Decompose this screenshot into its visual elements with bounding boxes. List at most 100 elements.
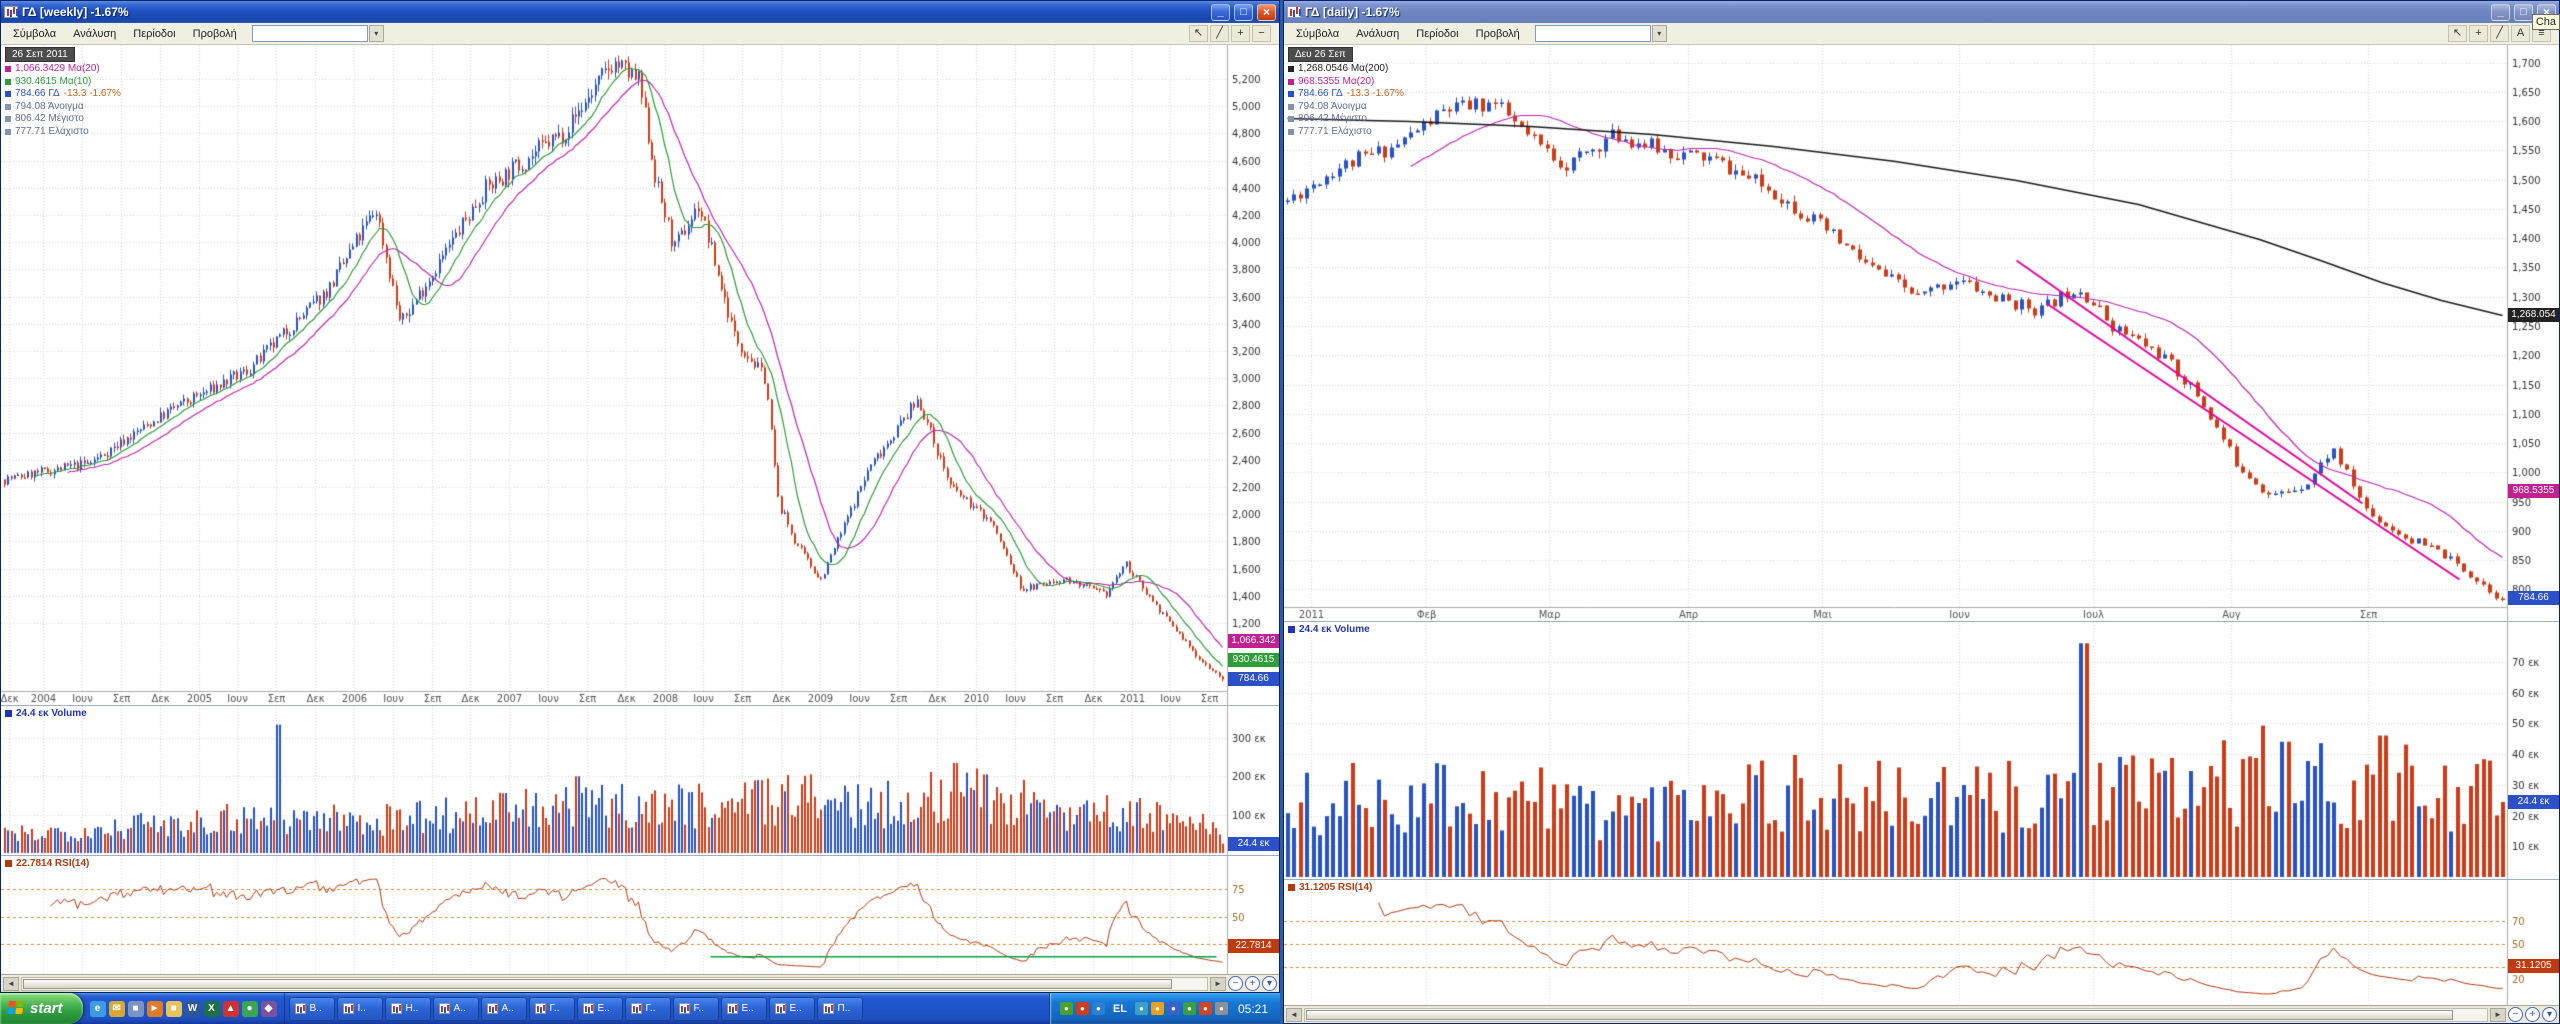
symbol-search-input[interactable]: [1535, 25, 1651, 42]
taskbar-window-button[interactable]: Α..: [481, 997, 527, 1021]
scroll-right-button[interactable]: ►: [1210, 977, 1226, 991]
scroll-right-button[interactable]: ►: [2490, 1008, 2506, 1022]
rsi-canvas-daily[interactable]: [1284, 880, 2559, 1005]
globe-icon[interactable]: ●: [242, 1001, 258, 1017]
chart-app-icon[interactable]: ▲: [223, 1001, 239, 1017]
scrollbar-track[interactable]: [21, 977, 1208, 991]
menu-symbols[interactable]: Σύμβολα: [1288, 26, 1347, 42]
zoom-out-icon[interactable]: −: [1252, 25, 1271, 42]
scroll-left-button[interactable]: ◄: [1286, 1008, 1302, 1022]
word-icon[interactable]: W: [185, 1001, 201, 1017]
titlebar-weekly[interactable]: ΓΔ [weekly] -1.67% _ □ ×: [1, 1, 1279, 23]
taskbar-window-button[interactable]: Γ..: [625, 997, 671, 1021]
pointer-icon[interactable]: ↖: [1189, 25, 1208, 42]
usb-icon[interactable]: ●: [1215, 1002, 1228, 1015]
start-button[interactable]: start: [0, 993, 83, 1024]
updates-icon[interactable]: ●: [1151, 1002, 1164, 1015]
legend-text: 968.5355 Μα(20): [1298, 76, 1374, 89]
maximize-button[interactable]: □: [2514, 4, 2533, 21]
scrollbar-thumb[interactable]: [1306, 1010, 2453, 1020]
minimize-button[interactable]: _: [1211, 4, 1230, 21]
price-chart-canvas-weekly[interactable]: [1, 45, 1279, 705]
volume-canvas-daily[interactable]: [1284, 622, 2559, 879]
pointer-icon[interactable]: ↖: [2448, 25, 2467, 42]
zoom-in-icon[interactable]: +: [1231, 25, 1250, 42]
menubar-weekly: Σύμβολα Ανάλυση Περίοδοι Προβολή ▾ ↖╱+−: [1, 23, 1279, 45]
volume-canvas-weekly[interactable]: [1, 706, 1279, 855]
taskbar-window-button[interactable]: F..: [673, 997, 719, 1021]
taskbar-clock[interactable]: 05:21: [1238, 1002, 1268, 1016]
volume-icon[interactable]: ●: [1135, 1002, 1148, 1015]
taskbar-window-button[interactable]: Π..: [817, 997, 863, 1021]
taskbar-window-button[interactable]: Α..: [433, 997, 479, 1021]
internet-explorer-icon[interactable]: e: [90, 1001, 106, 1017]
rsi-header-label: 22.7814 RSI(14): [16, 858, 89, 869]
price-chart-canvas-daily[interactable]: [1284, 45, 2559, 621]
rsi-header: 31.1205 RSI(14): [1288, 882, 1372, 893]
network-icon[interactable]: ●: [1092, 1002, 1105, 1015]
taskbar-button-label: Ε..: [598, 1003, 610, 1014]
quick-launch-bar: e✉■►■WX▲●◆: [83, 993, 285, 1024]
menu-analysis[interactable]: Ανάλυση: [65, 26, 124, 42]
menu-view[interactable]: Προβολή: [185, 26, 245, 42]
taskbar-window-button[interactable]: Η..: [385, 997, 431, 1021]
alert-icon[interactable]: ●: [1076, 1002, 1089, 1015]
minimize-button[interactable]: _: [2491, 4, 2510, 21]
taskbar-window-button[interactable]: Γ..: [529, 997, 575, 1021]
chart-window-icon: [631, 1003, 642, 1014]
rsi-canvas-weekly[interactable]: [1, 856, 1279, 974]
menu-symbols[interactable]: Σύμβολα: [5, 26, 64, 42]
titlebar-daily[interactable]: ΓΔ [daily] -1.67% _ □ ×: [1284, 1, 2559, 23]
mail-icon[interactable]: ✉: [109, 1001, 125, 1017]
trendline-icon[interactable]: ╱: [2490, 25, 2509, 42]
messenger-icon[interactable]: ◆: [261, 1001, 277, 1017]
volume-header: 24.4 εκ Volume: [1288, 624, 1370, 635]
menu-analysis[interactable]: Ανάλυση: [1348, 26, 1407, 42]
messenger-tray-icon[interactable]: ●: [1167, 1002, 1180, 1015]
legend-swatch: [1288, 79, 1294, 85]
maximize-button[interactable]: □: [1234, 4, 1253, 21]
taskbar-window-button[interactable]: Β..: [289, 997, 335, 1021]
symbol-dropdown-button[interactable]: ▾: [1652, 25, 1667, 42]
chart-options-button[interactable]: ▾: [2542, 1007, 2557, 1022]
excel-icon[interactable]: X: [204, 1001, 220, 1017]
taskbar-window-button[interactable]: Ι..: [337, 997, 383, 1021]
scrollbar-track[interactable]: [1304, 1008, 2488, 1022]
zoom-out-button[interactable]: −: [2508, 1007, 2523, 1022]
menu-periods[interactable]: Περίοδοι: [125, 26, 183, 42]
language-indicator[interactable]: EL: [1109, 1002, 1131, 1016]
taskbar-window-button[interactable]: Ε..: [577, 997, 623, 1021]
close-icon[interactable]: ×: [1257, 4, 1276, 21]
zoom-in-button[interactable]: +: [2525, 1007, 2540, 1022]
legend-item: 930.4615 Μα(10): [5, 76, 121, 89]
menu-view[interactable]: Προβολή: [1468, 26, 1528, 42]
scroll-left-button[interactable]: ◄: [3, 977, 19, 991]
legend-swatch: [5, 129, 11, 135]
crosshair-icon[interactable]: +: [2469, 25, 2488, 42]
chart-options-button[interactable]: ▾: [1262, 976, 1277, 991]
folder-icon[interactable]: ■: [166, 1001, 182, 1017]
menu-periods[interactable]: Περίοδοι: [1408, 26, 1466, 42]
symbol-search-input[interactable]: [252, 25, 368, 42]
rsi-pane-weekly[interactable]: 22.7814 RSI(14) 22.7814: [1, 855, 1279, 974]
zoom-out-button[interactable]: −: [1228, 976, 1243, 991]
taskbar-button-label: Β..: [310, 1003, 322, 1014]
show-desktop-icon[interactable]: ■: [128, 1001, 144, 1017]
tray-icons-group: ●●●: [1060, 1002, 1105, 1015]
price-pane-daily[interactable]: Δευ 26 Σεπ 1,268.0546 Μα(200)968.5355 Μα…: [1284, 45, 2559, 621]
zoom-in-button[interactable]: +: [1245, 976, 1260, 991]
text-tool-icon[interactable]: A: [2511, 25, 2530, 42]
rsi-pane-daily[interactable]: 31.1205 RSI(14) 31.1205: [1284, 879, 2559, 1005]
trendline-icon[interactable]: ╱: [1210, 25, 1229, 42]
volume-pane-weekly[interactable]: 24.4 εκ Volume 24.4 εκ: [1, 705, 1279, 855]
price-pane-weekly[interactable]: 26 Σεπ 2011 1,066.3429 Μα(20)930.4615 Μα…: [1, 45, 1279, 705]
taskbar-window-button[interactable]: Ε..: [721, 997, 767, 1021]
symbol-dropdown-button[interactable]: ▾: [369, 25, 384, 42]
antivirus-icon[interactable]: ●: [1060, 1002, 1073, 1015]
taskbar-window-button[interactable]: Ε..: [769, 997, 815, 1021]
warning-icon[interactable]: ●: [1199, 1002, 1212, 1015]
media-player-icon[interactable]: ►: [147, 1001, 163, 1017]
shield-icon[interactable]: ●: [1183, 1002, 1196, 1015]
scrollbar-thumb[interactable]: [23, 979, 1172, 989]
volume-pane-daily[interactable]: 24.4 εκ Volume 24.4 εκ: [1284, 621, 2559, 879]
